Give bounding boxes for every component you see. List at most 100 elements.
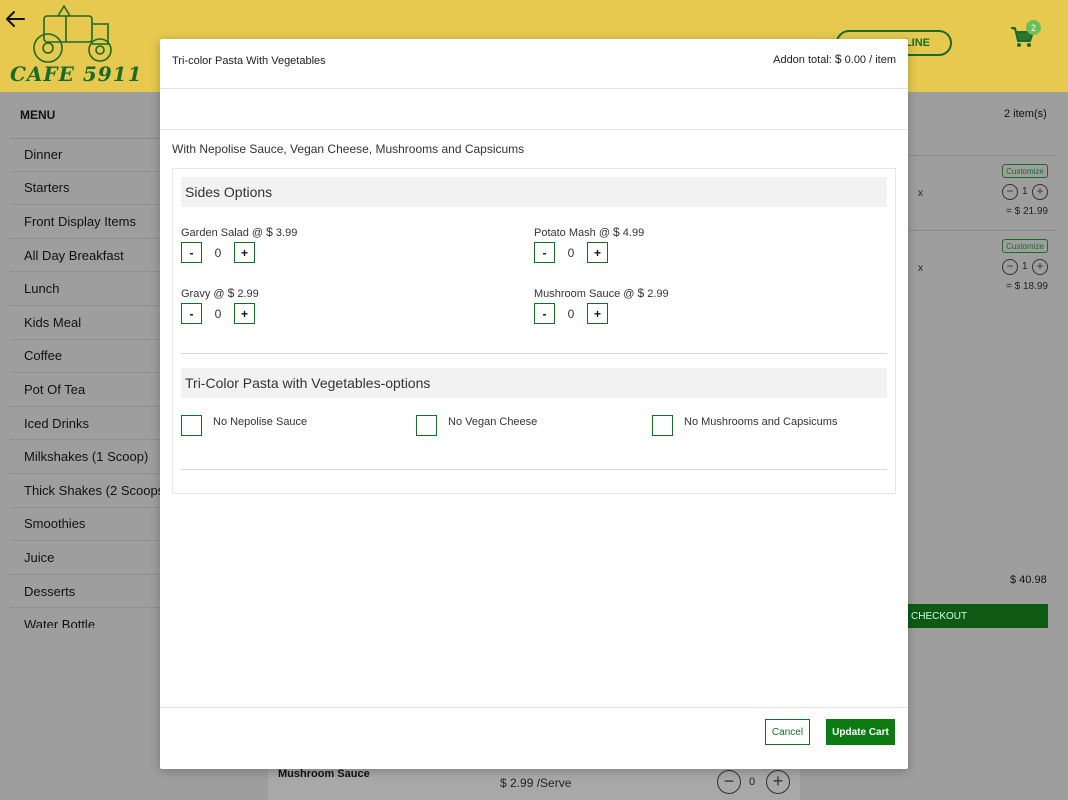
decrease-qty-button[interactable]: − — [717, 770, 741, 794]
decrease-button[interactable]: - — [181, 303, 202, 324]
side-option-price: 2.99 — [647, 288, 669, 300]
checkbox[interactable] — [652, 415, 673, 436]
increase-qty-button[interactable]: + — [1032, 184, 1048, 200]
cancel-button[interactable]: Cancel — [765, 719, 810, 745]
quantity-value: 0 — [214, 245, 222, 260]
brand-name: CAFE 5911 — [10, 62, 143, 86]
quantity-stepper: - 0 + — [534, 303, 834, 324]
pasta-options-heading: Tri-Color Pasta with Vegetables-options — [181, 368, 887, 398]
cart-count-badge: 2 — [1026, 20, 1041, 35]
quantity-value: 0 — [567, 245, 575, 260]
side-option-price: 2.99 — [237, 288, 259, 300]
item-quantity: 0 — [749, 776, 756, 788]
side-option-label: Potato Mash @ $ 4.99 — [534, 225, 834, 239]
menu-item-lunch[interactable]: Lunch — [10, 272, 160, 306]
menu-item-smoothies[interactable]: Smoothies — [10, 508, 160, 542]
decrease-button[interactable]: - — [534, 242, 555, 263]
menu-item-front-display[interactable]: Front Display Items — [10, 205, 160, 239]
checkbox-label: No Nepolise Sauce — [213, 416, 308, 428]
currency-symbol: $ — [637, 286, 645, 300]
option-no-nepolise-sauce[interactable]: No Nepolise Sauce — [181, 415, 307, 436]
item-description: With Nepolise Sauce, Vegan Cheese, Mushr… — [172, 142, 525, 156]
option-no-vegan-cheese[interactable]: No Vegan Cheese — [416, 415, 537, 436]
menu-title: MENU — [20, 108, 56, 122]
side-option-name: Potato Mash @ — [534, 227, 610, 239]
side-option-price: 3.99 — [275, 227, 298, 239]
menu-item-starters[interactable]: Starters — [10, 172, 160, 206]
currency-symbol: $ — [613, 225, 620, 239]
menu-item-water-bottle[interactable]: Water Bottle — [10, 608, 160, 628]
side-option-label: Garden Salad @ $ 3.99 — [181, 225, 481, 239]
menu-item-price: $ 2.99 /Serve — [500, 776, 572, 790]
checkbox[interactable] — [416, 415, 437, 436]
menu-item-iced-drinks[interactable]: Iced Drinks — [10, 407, 160, 441]
section-divider — [181, 353, 887, 354]
side-option-name: Garden Salad @ — [181, 227, 264, 239]
decrease-qty-button[interactable]: − — [1002, 184, 1018, 200]
quantity-stepper: - 0 + — [534, 242, 834, 263]
side-option-garden-salad: Garden Salad @ $ 3.99 - 0 + — [181, 225, 481, 263]
addon-total-value: 0.00 / item — [844, 54, 896, 66]
sides-options-heading: Sides Options — [181, 177, 887, 207]
cart-items-count: 2 item(s) — [1004, 108, 1047, 120]
dialog-title: Tri-color Pasta With Vegetables — [172, 55, 326, 67]
menu-item-name: Mushroom Sauce — [278, 768, 370, 780]
quantity-value: 0 — [214, 306, 222, 321]
side-option-name: Mushroom Sauce @ — [534, 288, 635, 300]
menu-list: Dinner Starters Front Display Items All … — [10, 138, 160, 628]
checkbox-label: No Vegan Cheese — [448, 416, 538, 428]
checkbox-label: No Mushrooms and Capsicums — [684, 416, 838, 428]
side-option-price: 4.99 — [622, 227, 645, 239]
menu-item-thick-shakes[interactable]: Thick Shakes (2 Scoops) — [10, 474, 160, 508]
line-price: = $ 18.99 — [1006, 281, 1048, 292]
side-option-name: Gravy @ — [181, 288, 225, 300]
decrease-button[interactable]: - — [534, 303, 555, 324]
increase-button[interactable]: + — [587, 303, 608, 324]
options-container: Sides Options Garden Salad @ $ 3.99 - 0 … — [172, 168, 896, 494]
customize-button[interactable]: Customize — [1002, 164, 1048, 178]
side-option-label: Gravy @ $ 2.99 — [181, 286, 481, 300]
increase-button[interactable]: + — [234, 303, 255, 324]
menu-item-dinner[interactable]: Dinner — [10, 138, 160, 172]
remove-item-icon[interactable]: x — [918, 263, 923, 274]
increase-qty-button[interactable]: + — [1032, 259, 1048, 275]
menu-item-juice[interactable]: Juice — [10, 541, 160, 575]
checkbox[interactable] — [181, 415, 202, 436]
increase-button[interactable]: + — [234, 242, 255, 263]
menu-item-milkshakes[interactable]: Milkshakes (1 Scoop) — [10, 440, 160, 474]
side-option-mushroom-sauce: Mushroom Sauce @ $ 2.99 - 0 + — [534, 286, 834, 324]
menu-item-pot-of-tea[interactable]: Pot Of Tea — [10, 373, 160, 407]
customize-button[interactable]: Customize — [1002, 239, 1048, 253]
item-quantity: 1 — [1022, 186, 1028, 197]
quantity-stepper: - 0 + — [181, 303, 481, 324]
addon-total-label: Addon total: — [773, 54, 832, 66]
section-divider — [181, 469, 887, 470]
menu-item-kids-meal[interactable]: Kids Meal — [10, 306, 160, 340]
quantity-stepper: - 0 + — [181, 242, 481, 263]
side-option-gravy: Gravy @ $ 2.99 - 0 + — [181, 286, 481, 324]
cart-line-item: Customize x − 1 + = $ 18.99 — [908, 230, 1056, 305]
cart-total: $ 40.98 — [1010, 574, 1047, 586]
menu-item-coffee[interactable]: Coffee — [10, 340, 160, 374]
line-price: = $ 21.99 — [1006, 206, 1048, 217]
update-cart-button[interactable]: Update Cart — [826, 719, 895, 745]
quantity-value: 0 — [567, 306, 575, 321]
customize-item-dialog: Tri-color Pasta With Vegetables Addon to… — [160, 39, 908, 769]
decrease-button[interactable]: - — [181, 242, 202, 263]
currency-symbol: $ — [266, 225, 273, 239]
addon-total: Addon total: $ 0.00 / item — [773, 52, 896, 66]
side-option-label: Mushroom Sauce @ $ 2.99 — [534, 286, 834, 300]
option-no-mushrooms-capsicums[interactable]: No Mushrooms and Capsicums — [652, 415, 837, 436]
footer-divider — [160, 707, 908, 708]
divider — [160, 129, 908, 130]
side-option-potato-mash: Potato Mash @ $ 4.99 - 0 + — [534, 225, 834, 263]
remove-item-icon[interactable]: x — [918, 188, 923, 199]
menu-item-desserts[interactable]: Desserts — [10, 575, 160, 609]
decrease-qty-button[interactable]: − — [1002, 259, 1018, 275]
menu-item-all-day-breakfast[interactable]: All Day Breakfast — [10, 239, 160, 273]
increase-qty-button[interactable]: + — [766, 770, 790, 794]
item-quantity: 1 — [1022, 261, 1028, 272]
checkout-button[interactable]: CHECKOUT — [908, 604, 1048, 628]
currency-symbol: $ — [834, 52, 842, 66]
increase-button[interactable]: + — [587, 242, 608, 263]
